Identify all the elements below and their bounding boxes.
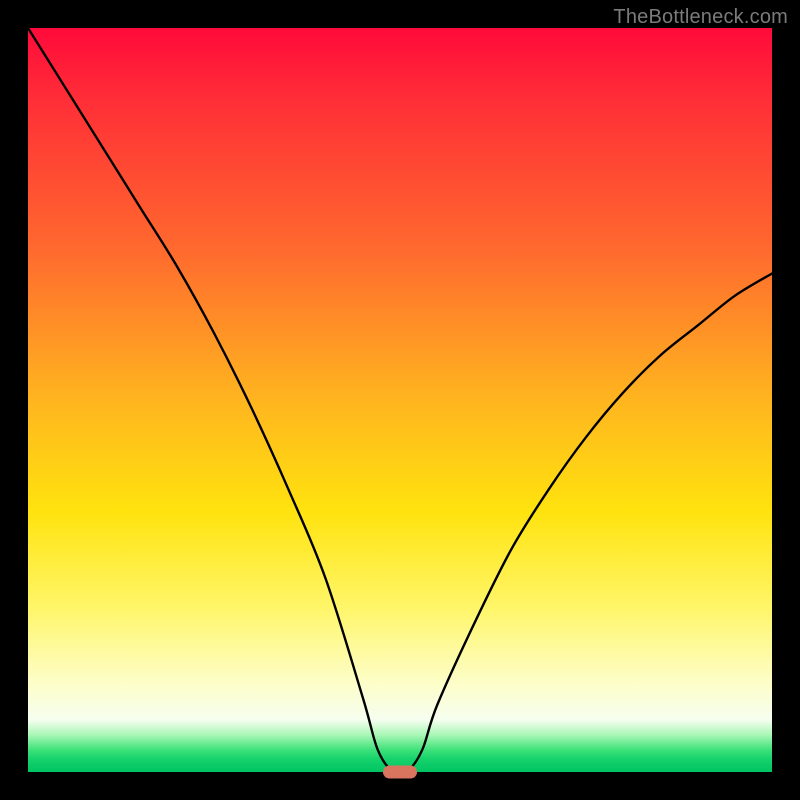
optimum-marker [383,766,417,779]
chart-frame: TheBottleneck.com [0,0,800,800]
curve-path [28,28,772,774]
bottleneck-curve [28,28,772,772]
watermark-text: TheBottleneck.com [613,6,788,29]
plot-area [28,28,772,772]
